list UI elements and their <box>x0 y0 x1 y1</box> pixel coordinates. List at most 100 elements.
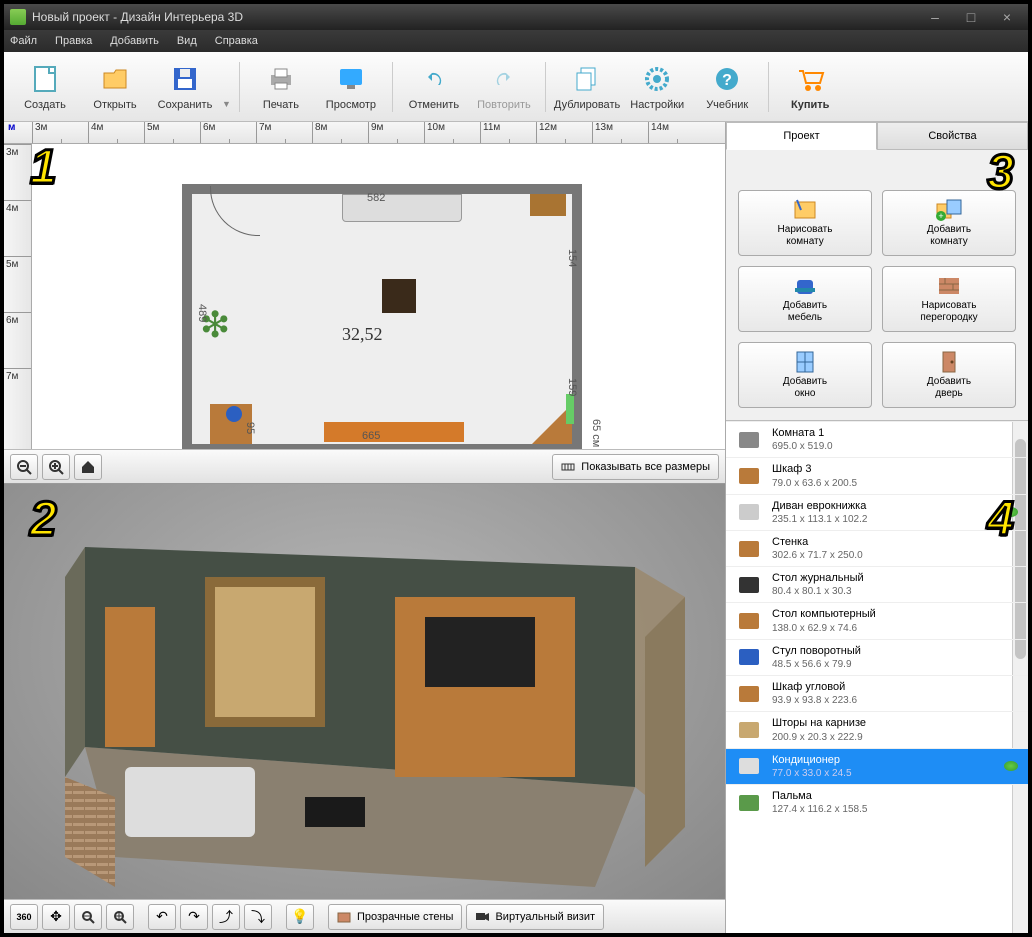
coffee-table[interactable] <box>382 279 416 313</box>
chair[interactable] <box>226 406 242 422</box>
tool-panel: Нарисовать комнату +Добавить комнату Доб… <box>726 150 1028 421</box>
item-dims: 48.5 x 56.6 x 79.9 <box>772 658 1020 671</box>
item-dims: 93.9 x 93.8 x 223.6 <box>772 694 1020 707</box>
show-dims-button[interactable]: Показывать все размеры <box>552 454 719 480</box>
item-thumb <box>734 644 764 670</box>
draw-partition-button[interactable]: Нарисовать перегородку <box>882 266 1016 332</box>
duplicate-button[interactable]: Дублировать <box>554 57 620 117</box>
list-item[interactable]: Шторы на карнизе200.9 x 20.3 x 222.9 <box>726 711 1028 747</box>
3d-view[interactable]: 360 ✥ ↶ ↷ ⤴ ⤵ 💡 Прозрачные стены Виртуал… <box>4 484 725 933</box>
list-item[interactable]: Кондиционер77.0 x 33.0 x 24.5 <box>726 748 1028 784</box>
list-item[interactable]: Шкаф угловой93.9 x 93.8 x 223.6 <box>726 675 1028 711</box>
ruler-horizontal: м 3м4м5м6м7м8м9м10м11м12м13м14м <box>4 122 725 144</box>
list-item[interactable]: Шкаф 379.0 x 63.6 x 200.5 <box>726 457 1028 493</box>
save-button[interactable]: Сохранить <box>152 57 218 117</box>
cabinet-tr[interactable] <box>530 194 566 216</box>
close-button[interactable]: × <box>992 8 1022 26</box>
zoom-in-button[interactable] <box>42 454 70 480</box>
add-furniture-button[interactable]: Добавить мебель <box>738 266 872 332</box>
callout-2: 2 <box>30 492 57 547</box>
item-dims: 127.4 x 116.2 x 158.5 <box>772 803 1020 816</box>
draw-room-button[interactable]: Нарисовать комнату <box>738 190 872 256</box>
undo-button[interactable]: Отменить <box>401 57 467 117</box>
rotate360-button[interactable]: 360 <box>10 904 38 930</box>
menu-file[interactable]: Файл <box>8 33 39 49</box>
tutorial-button[interactable]: ?Учебник <box>694 57 760 117</box>
scene-object-list[interactable]: Комната 1695.0 x 519.0 Шкаф 379.0 x 63.6… <box>726 421 1028 933</box>
item-dims: 80.4 x 80.1 x 30.3 <box>772 585 1020 598</box>
preview-button[interactable]: Просмотр <box>318 57 384 117</box>
tilt-down-button[interactable]: ⤵ <box>244 904 272 930</box>
item-name: Шкаф 3 <box>772 462 1020 476</box>
add-door-button[interactable]: Добавить дверь <box>882 342 1016 408</box>
buy-button[interactable]: Купить <box>777 57 843 117</box>
home-button[interactable] <box>74 454 102 480</box>
list-item[interactable]: Стенка302.6 x 71.7 x 250.0 <box>726 530 1028 566</box>
rotate-right-button[interactable]: ↷ <box>180 904 208 930</box>
sofa-bottom[interactable] <box>324 422 464 442</box>
right-tabs: Проект Свойства <box>726 122 1028 150</box>
plan-toolbar: Показывать все размеры <box>4 449 725 483</box>
transparent-walls-button[interactable]: Прозрачные стены <box>328 904 462 930</box>
item-dims: 138.0 x 62.9 x 74.6 <box>772 622 1020 635</box>
add-window-button[interactable]: Добавить окно <box>738 342 872 408</box>
item-name: Пальма <box>772 789 1020 803</box>
zoom-in-3d-plus-button[interactable] <box>106 904 134 930</box>
tilt-up-button[interactable]: ⤴ <box>212 904 240 930</box>
item-dims: 77.0 x 33.0 x 24.5 <box>772 767 1020 780</box>
floor-plan-view[interactable]: м 3м4м5м6м7м8м9м10м11м12м13м14м 3м4м5м6м… <box>4 122 725 484</box>
3d-toolbar: 360 ✥ ↶ ↷ ⤴ ⤵ 💡 Прозрачные стены Виртуал… <box>4 899 725 933</box>
maximize-button[interactable]: □ <box>956 8 986 26</box>
rotate-left-button[interactable]: ↶ <box>148 904 176 930</box>
item-thumb <box>734 499 764 525</box>
svg-text:+: + <box>938 211 943 221</box>
menu-edit[interactable]: Правка <box>53 33 94 49</box>
item-name: Комната 1 <box>772 426 1020 440</box>
svg-text:?: ? <box>722 72 732 89</box>
room-area-label: 32,52 <box>342 324 383 345</box>
menu-view[interactable]: Вид <box>175 33 199 49</box>
open-button[interactable]: Открыть <box>82 57 148 117</box>
item-dims: 200.9 x 20.3 x 222.9 <box>772 731 1020 744</box>
menu-add[interactable]: Добавить <box>108 33 161 49</box>
item-name: Кондиционер <box>772 753 1020 767</box>
visibility-icon[interactable] <box>1004 761 1018 771</box>
item-thumb <box>734 536 764 562</box>
settings-button[interactable]: Настройки <box>624 57 690 117</box>
list-item[interactable]: Диван еврокнижка235.1 x 113.1 x 102.2 <box>726 494 1028 530</box>
list-item[interactable]: Стол компьютерный138.0 x 62.9 x 74.6 <box>726 602 1028 638</box>
list-item[interactable]: Стул поворотный48.5 x 56.6 x 79.9 <box>726 639 1028 675</box>
item-thumb <box>734 572 764 598</box>
virtual-visit-button[interactable]: Виртуальный визит <box>466 904 604 930</box>
callout-1: 1 <box>30 140 57 195</box>
light-button[interactable]: 💡 <box>286 904 314 930</box>
item-thumb <box>734 427 764 453</box>
item-name: Шторы на карнизе <box>772 716 1020 730</box>
menubar: Файл Правка Добавить Вид Справка <box>4 30 1028 52</box>
app-icon <box>10 9 26 25</box>
item-thumb <box>734 463 764 489</box>
menu-help[interactable]: Справка <box>213 33 260 49</box>
room-outline[interactable]: 32,52 582 154 489 665 95 159 <box>182 184 582 449</box>
item-name: Шкаф угловой <box>772 680 1020 694</box>
redo-button[interactable]: Повторить <box>471 57 537 117</box>
pan-button[interactable]: ✥ <box>42 904 70 930</box>
item-thumb <box>734 608 764 634</box>
item-name: Стул поворотный <box>772 644 1020 658</box>
item-name: Диван еврокнижка <box>772 499 1020 513</box>
list-item[interactable]: Комната 1695.0 x 519.0 <box>726 421 1028 457</box>
main-toolbar: Создать Открыть Сохранить ▼ Печать Просм… <box>4 52 1028 122</box>
list-item[interactable]: Стол журнальный80.4 x 80.1 x 30.3 <box>726 566 1028 602</box>
zoom-out-3d-button[interactable] <box>74 904 102 930</box>
item-dims: 302.6 x 71.7 x 250.0 <box>772 549 1020 562</box>
minimize-button[interactable]: – <box>920 8 950 26</box>
3d-canvas[interactable] <box>4 484 725 899</box>
list-item[interactable]: Пальма127.4 x 116.2 x 158.5 <box>726 784 1028 820</box>
zoom-out-button[interactable] <box>10 454 38 480</box>
tab-project[interactable]: Проект <box>726 122 877 150</box>
plan-canvas[interactable]: 32,52 582 154 489 665 95 159 347 см 65 с… <box>32 144 725 449</box>
print-button[interactable]: Печать <box>248 57 314 117</box>
ac-unit[interactable] <box>566 394 574 424</box>
create-button[interactable]: Создать <box>12 57 78 117</box>
sofa-top[interactable] <box>342 194 462 222</box>
